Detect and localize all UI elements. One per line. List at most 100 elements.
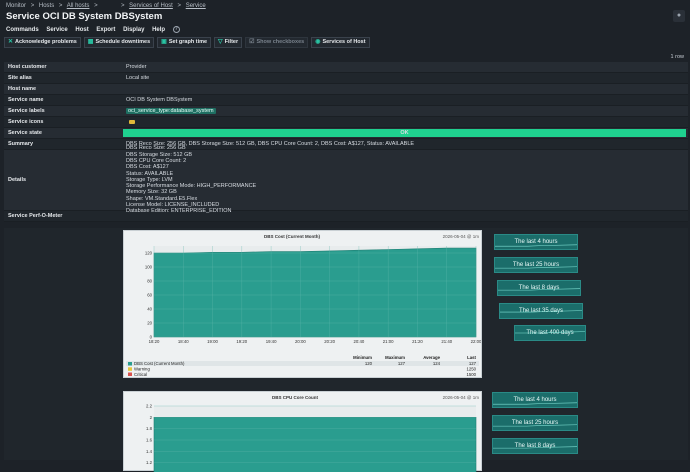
timerange-4h-button[interactable]: The last 4 hours (492, 392, 578, 408)
timerange-25h-button[interactable]: The last 25 hours (494, 257, 578, 273)
timerange-400d-button[interactable]: The last 400 days (514, 325, 586, 341)
x-tick-label: 20:40 (354, 339, 365, 344)
legend-swatch-warning (128, 367, 132, 371)
folder-icon[interactable] (129, 120, 135, 124)
row-count: 1 row (671, 54, 684, 60)
sparkline-path (493, 403, 577, 404)
legend-name-critical: Critical (134, 372, 147, 377)
x-tick-label: 21:20 (412, 339, 423, 344)
calendar-icon: ▦ (88, 38, 94, 47)
row-key: Summary (4, 139, 123, 149)
legend-val: 120 (365, 361, 373, 366)
x-tick-label: 20:00 (295, 339, 306, 344)
button-label: Set graph time (169, 38, 207, 47)
button-label: Filter (225, 38, 238, 47)
crumb-hosts[interactable]: Hosts (39, 3, 54, 9)
row-summary: Summary DBS Reco Size: 256 GB, DBS Stora… (4, 139, 688, 150)
schedule-downtimes-button[interactable]: ▦Schedule downtimes (84, 37, 154, 48)
timerange-4h-button[interactable]: The last 4 hours (494, 234, 578, 250)
sparkline-icon (495, 235, 577, 249)
graph-dbs-cpu-core-count[interactable]: DBS CPU Core Count 2026-05-04 @ 1m 11.21… (123, 391, 482, 471)
row-host-customer: Host customer Provider (4, 62, 688, 73)
graph-title: DBS Cost (Current Month) (264, 234, 320, 239)
sparkline-icon (498, 281, 580, 295)
menu-display[interactable]: Display (123, 27, 144, 33)
button-label: Schedule downtimes (95, 38, 150, 47)
timerange-35d-button[interactable]: The last 35 days (499, 303, 583, 319)
graph-dbs-cost[interactable]: DBS Cost (Current Month) 2026-05-04 @ 1m… (123, 230, 482, 378)
y-tick-label: 40 (147, 307, 152, 312)
timerange-25h-button[interactable]: The last 25 hours (492, 415, 578, 431)
row-key: Service Perf-O-Meter (4, 211, 204, 221)
checkbox-icon: ☑ (249, 38, 254, 47)
acknowledge-problems-button[interactable]: ✕Acknowledge problems (4, 37, 81, 48)
row-service-name: Service name OCI DB System DBSystem (4, 95, 688, 106)
row-details: Details DBS Reco Size: 256 GB DBS Storag… (4, 150, 688, 211)
row-value[interactable] (123, 84, 688, 94)
crumb-services-of-host[interactable]: Services of Host (129, 3, 173, 9)
row-value: Local site (123, 73, 688, 83)
crumb-all-hosts[interactable]: All hosts (67, 3, 90, 9)
x-tick-label: 21:00 (383, 339, 394, 344)
sparkline-path (498, 289, 580, 290)
sparkline-icon (493, 393, 577, 407)
graph-title: DBS CPU Core Count (272, 395, 318, 400)
y-tick-label: 1.4 (146, 449, 153, 454)
menu-service[interactable]: Service (46, 27, 67, 33)
set-graph-time-button[interactable]: ▣Set graph time (157, 37, 211, 48)
row-site-alias: Site alias Local site (4, 73, 688, 84)
help-icon[interactable]: ? (173, 26, 180, 33)
menu-export[interactable]: Export (96, 27, 115, 33)
menu-bar: Commands Service Host Export Display Hel… (6, 26, 186, 33)
y-tick-label: 1.8 (146, 426, 153, 431)
menu-host[interactable]: Host (75, 27, 88, 33)
crumb-sep: > (94, 3, 98, 9)
graph-date: 2026-05-04 @ 1m (443, 234, 479, 239)
sparkline-path (495, 267, 577, 268)
button-label: Show checkboxes (257, 38, 305, 47)
details-text: DBS Reco Size: 256 GB DBS Storage Size: … (123, 150, 688, 210)
row-service-state: Service state OK (4, 128, 688, 139)
row-value: OCI DB System DBSystem (123, 95, 688, 105)
notification-icon[interactable]: ● (673, 10, 685, 22)
y-tick-label: 20 (147, 321, 152, 326)
menu-help[interactable]: Help (152, 27, 165, 33)
show-checkboxes-button[interactable]: ☑Show checkboxes (245, 37, 308, 48)
legend-val: 124 (433, 361, 441, 366)
row-key: Service labels (4, 106, 123, 116)
filter-button[interactable]: ▽Filter (214, 37, 242, 48)
crumb-monitor[interactable]: Monitor (6, 3, 26, 9)
menu-commands[interactable]: Commands (6, 27, 39, 33)
services-icon: ◉ (315, 38, 320, 47)
page-title: Service OCI DB System DBSystem (6, 11, 162, 22)
row-key: Host customer (4, 62, 123, 72)
row-host-name: Host name (4, 84, 688, 95)
service-detail-table: Host customer Provider Site alias Local … (4, 62, 688, 222)
legend-val: 127 (469, 361, 477, 366)
row-service-icons: Service icons (4, 117, 688, 128)
x-tick-label: 20:20 (324, 339, 335, 344)
status-badge: OK (123, 129, 686, 137)
legend-val: 127 (398, 361, 406, 366)
legend-swatch-critical (128, 373, 132, 377)
timerange-8d-button[interactable]: The last 8 days (492, 438, 578, 454)
services-of-host-button[interactable]: ◉Services of Host (311, 37, 369, 48)
crumb-sep: > (121, 3, 125, 9)
button-label: Services of Host (322, 38, 365, 47)
filter-icon: ▽ (218, 38, 223, 47)
service-label-tag[interactable]: oci_service_type:database_system (126, 108, 216, 114)
sparkline-icon (493, 416, 577, 430)
y-tick-label: 2 (150, 415, 153, 420)
timerange-8d-button[interactable]: The last 8 days (497, 280, 581, 296)
legend-header-avg: Average (423, 355, 440, 360)
row-service-labels: Service labels oci_service_type:database… (4, 106, 688, 117)
x-tick-label: 19:40 (266, 339, 277, 344)
row-value: DBS Reco Size: 256 GB, DBS Storage Size:… (123, 139, 688, 149)
crumb-service[interactable]: Service (186, 3, 206, 9)
x-tick-label: 18:20 (149, 339, 160, 344)
sparkline-icon (500, 304, 582, 318)
graph-plot: 02040608010012018:2018:4019:0019:2019:40… (124, 241, 481, 356)
row-key: Host name (4, 84, 123, 94)
row-key: Service name (4, 95, 123, 105)
legend-val: 1500 (466, 372, 476, 377)
